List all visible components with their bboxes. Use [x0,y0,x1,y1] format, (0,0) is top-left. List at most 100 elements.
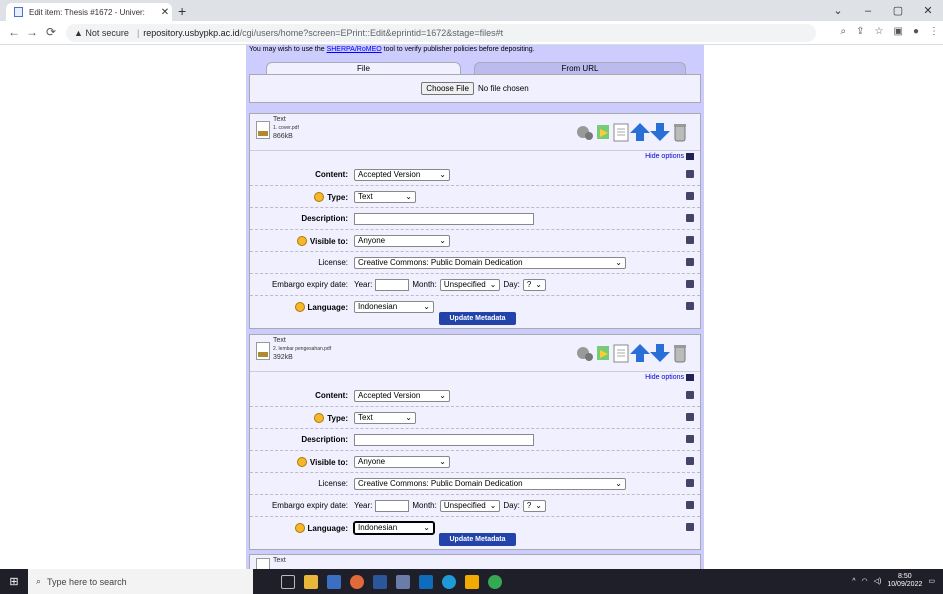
store-icon[interactable] [465,574,479,589]
edge-browser-icon[interactable] [442,574,456,589]
help-icon[interactable] [686,457,694,465]
no-file-chosen-text: No file chosen [477,84,529,93]
word-icon[interactable] [373,574,387,589]
browser-tab[interactable]: Edit item: Thesis #1672 - Univer: ✕ [6,3,172,21]
help-icon[interactable] [686,170,694,178]
file-explorer-icon[interactable] [304,574,318,589]
sherpa-link[interactable]: SHERPA/RoMEO [327,46,382,53]
convert-gear-icon[interactable] [577,347,593,361]
extract-icon[interactable] [597,346,609,360]
tab-file[interactable]: File [266,62,461,74]
help-icon[interactable] [686,258,694,266]
move-down-arrow-icon[interactable] [650,344,670,362]
license-row: License: Creative Commons: Public Domain… [250,252,700,274]
move-down-arrow-icon[interactable] [650,123,670,141]
menu-kebab-icon[interactable]: ⋮ [929,26,939,37]
delete-trash-icon[interactable] [674,345,686,363]
content-row: Content: Accepted Version [250,164,700,186]
type-select[interactable]: Text [354,411,416,424]
notification-icon[interactable]: ▭ [928,577,935,585]
hide-options-label[interactable]: Hide options [645,153,684,160]
task-view-icon[interactable] [281,574,295,589]
volume-icon[interactable]: ◁) [874,577,882,585]
language-select[interactable]: Indonesian [354,300,434,313]
system-tray: ^ ◠ ◁) 8:50 10/09/2022 ▭ [852,573,935,589]
license-select[interactable]: Creative Commons: Public Domain Dedicati… [354,477,626,490]
convert-gear-icon[interactable] [577,126,593,140]
side-panel-icon[interactable]: ▣ [894,26,903,37]
tab-search-icon[interactable]: ⌄ [823,4,853,17]
document-filename[interactable]: 2. lembar pengesahan.pdf [273,346,331,352]
help-icon[interactable] [686,192,694,200]
choose-file-button[interactable]: Choose File [421,82,474,95]
extract-icon[interactable] [597,125,609,139]
tab-from-url[interactable]: From URL [474,62,686,74]
description-input[interactable] [354,212,534,225]
tab-close-icon[interactable]: ✕ [158,7,172,18]
document-view-icon[interactable] [613,344,629,363]
share-icon[interactable]: ⇪ [856,26,864,37]
minimize-button[interactable]: – [853,5,883,17]
maximize-button[interactable]: ▢ [883,4,913,17]
description-input[interactable] [354,433,534,446]
taskbar-search[interactable]: ⌕ Type here to search [28,569,253,594]
help-icon[interactable] [686,479,694,487]
content-select[interactable]: Accepted Version [354,168,450,181]
bookmark-star-icon[interactable]: ☆ [875,26,884,37]
visible-select[interactable]: Anyone [354,455,450,468]
move-up-arrow-icon[interactable] [630,344,650,362]
hide-options-link[interactable]: Hide options [645,153,694,160]
help-icon[interactable] [686,413,694,421]
document-view-icon[interactable] [613,123,629,142]
zoom-icon[interactable]: ⌕ [841,26,847,37]
calendar-app-icon[interactable] [327,574,341,589]
paint-app-icon[interactable] [350,574,364,589]
close-window-button[interactable]: ✕ [913,4,943,17]
help-icon[interactable] [686,523,694,531]
document-filename[interactable]: 1. cover.pdf [273,125,299,131]
taskbar-clock[interactable]: 8:50 10/09/2022 [887,573,922,589]
update-metadata-button[interactable]: Update Metadata [439,533,516,546]
language-select[interactable]: Indonesian [353,520,435,535]
not-secure-indicator[interactable]: ▲ Not secure [74,28,129,38]
type-row: Type: Text [250,186,700,208]
day-select[interactable]: ? [522,499,546,512]
help-icon[interactable] [686,501,694,509]
help-icon[interactable] [686,391,694,399]
chrome-icon[interactable] [488,574,502,589]
help-icon[interactable] [686,302,694,310]
delete-trash-icon[interactable] [674,124,686,142]
windows-start-icon[interactable]: ⊞ [0,575,28,588]
move-up-arrow-icon[interactable] [630,123,650,141]
url-field[interactable]: ▲ Not secure | repository.usbypkp.ac.id … [66,24,816,42]
license-select[interactable]: Creative Commons: Public Domain Dedicati… [354,256,626,269]
help-icon[interactable] [686,214,694,222]
sherpa-notice: You may wish to use the SHERPA/RoMEO too… [249,46,535,53]
help-icon[interactable] [686,280,694,288]
day-select[interactable]: ? [522,278,546,291]
visible-select[interactable]: Anyone [354,234,450,247]
back-arrow-icon[interactable]: ← [8,25,20,39]
hide-options-link[interactable]: Hide options [645,374,694,381]
profile-icon[interactable]: ● [913,26,919,37]
mail-icon[interactable] [419,574,433,589]
year-input[interactable] [375,278,410,291]
content-select[interactable]: Accepted Version [354,389,450,402]
help-icon[interactable] [686,236,694,244]
forward-arrow-icon[interactable]: → [26,25,38,39]
month-select[interactable]: Unspecified [439,499,501,512]
update-metadata-button[interactable]: Update Metadata [439,312,516,325]
network-icon[interactable]: ◠ [862,577,868,585]
new-tab-button[interactable]: + [178,3,186,19]
camera-app-icon[interactable] [396,574,410,589]
hide-options-label[interactable]: Hide options [645,374,684,381]
file-upload-panel: Choose File No file chosen [249,74,701,103]
reload-icon[interactable]: ⟳ [46,25,56,39]
collapse-icon[interactable] [686,374,694,381]
help-icon[interactable] [686,435,694,443]
month-select[interactable]: Unspecified [439,278,501,291]
year-input[interactable] [375,499,410,512]
tray-chevron-icon[interactable]: ^ [852,578,855,585]
collapse-icon[interactable] [686,153,694,160]
type-select[interactable]: Text [354,190,416,203]
